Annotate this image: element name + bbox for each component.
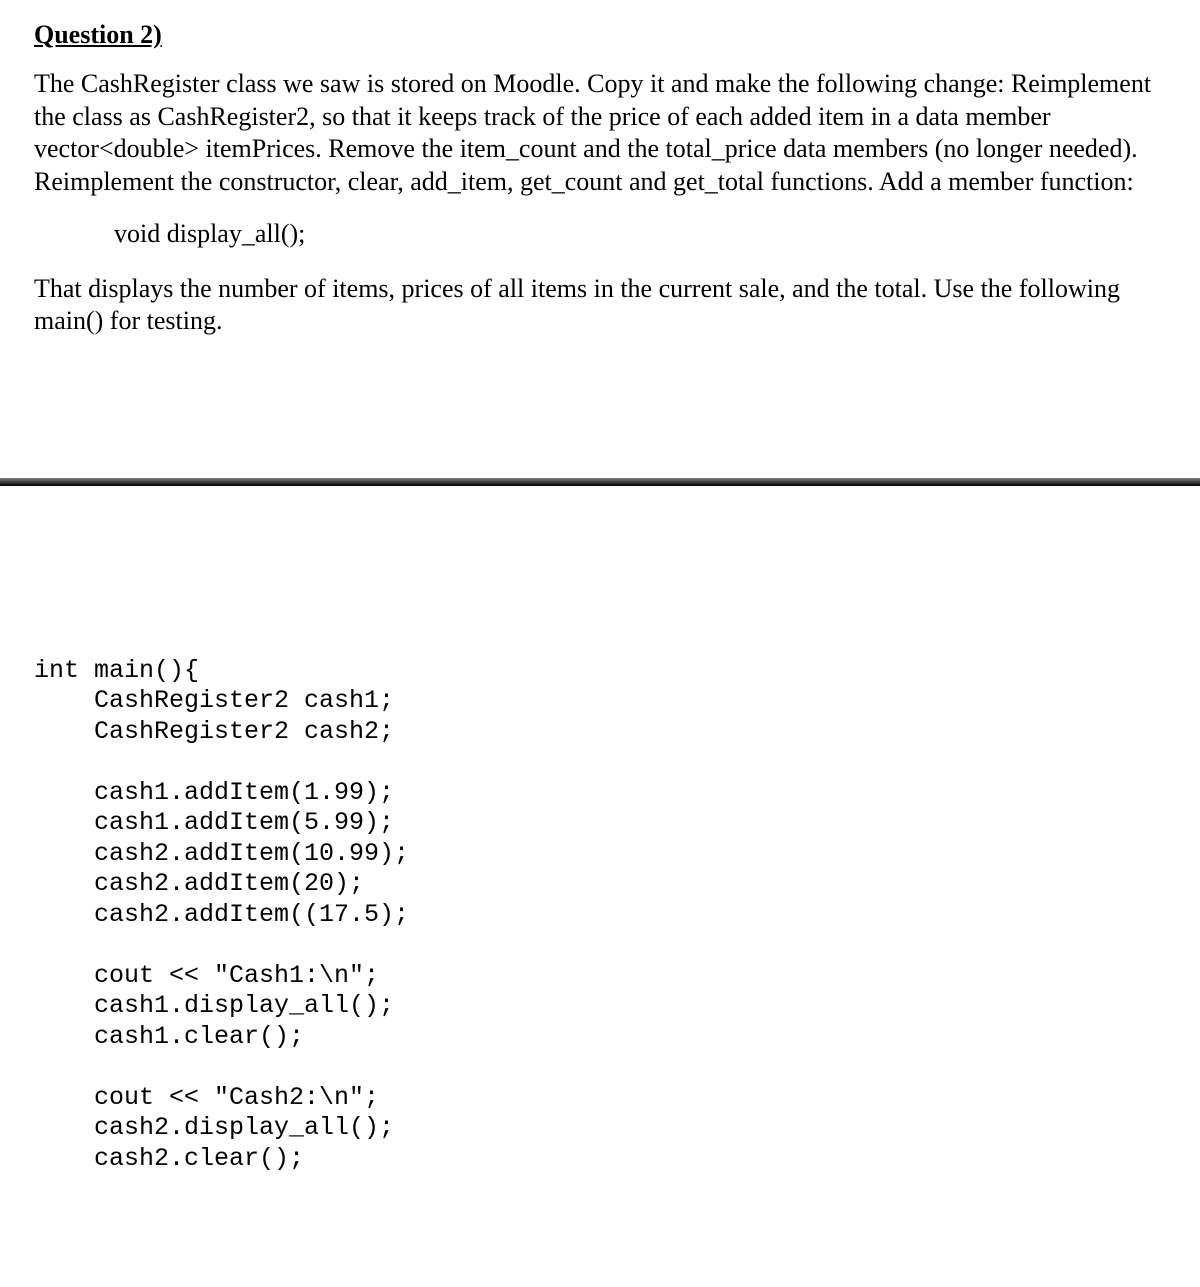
function-signature: void display_all(); — [114, 218, 1166, 251]
page-divider — [0, 478, 1200, 486]
question-heading: Question 2) — [34, 20, 1166, 50]
code-block: int main(){ CashRegister2 cash1; CashReg… — [34, 656, 1166, 1175]
paragraph-2: That displays the number of items, price… — [34, 273, 1166, 338]
paragraph-1: The CashRegister class we saw is stored … — [34, 68, 1166, 198]
